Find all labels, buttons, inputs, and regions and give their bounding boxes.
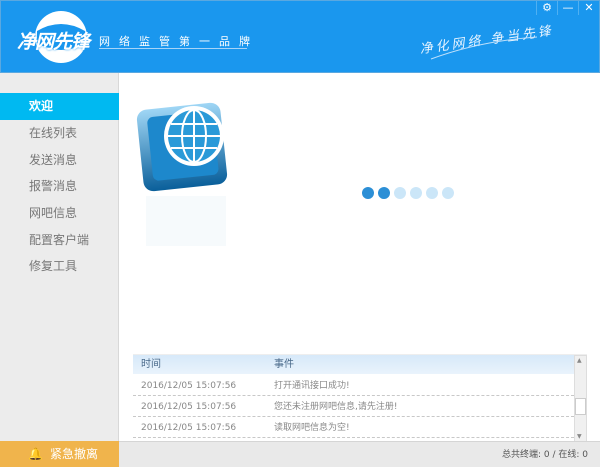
slogan-underline [99, 48, 247, 49]
bell-icon: 🔔 [28, 447, 43, 461]
log-event: 读取网吧信息为空! [274, 423, 350, 433]
sidebar-item-online-list[interactable]: 在线列表 [0, 120, 119, 147]
logo-text: 净网先锋 [17, 31, 90, 53]
scroll-thumb[interactable] [575, 398, 586, 415]
globe-icon [136, 102, 228, 246]
gear-icon: ⚙ [542, 1, 552, 14]
scroll-up-icon[interactable]: ▲ [577, 357, 582, 364]
log-event: 您还未注册网吧信息,请先注册! [274, 402, 398, 412]
log-row: 2016/12/05 15:07:56 打开通讯接口成功! [133, 376, 574, 396]
loading-dot [442, 187, 454, 199]
column-event: 事件 [274, 359, 294, 370]
sidebar-item-send-message[interactable]: 发送消息 [0, 147, 119, 174]
sidebar-item-welcome[interactable]: 欢迎 [0, 93, 119, 120]
scroll-down-icon[interactable]: ▼ [577, 433, 582, 440]
log-header: 时间 事件 [133, 355, 574, 374]
log-row: 2016/12/05 15:07:56 您还未注册网吧信息,请先注册! [133, 397, 574, 417]
motto-swoosh [430, 36, 538, 60]
slogan: 网络监管第一品牌 [99, 35, 259, 48]
minimize-button[interactable]: — [557, 1, 578, 15]
minimize-icon: — [562, 1, 574, 14]
emergency-evacuation-button[interactable]: 🔔 紧急撤离 [0, 441, 119, 467]
emergency-label: 紧急撤离 [50, 447, 99, 461]
sidebar-item-repair-tools[interactable]: 修复工具 [0, 253, 119, 280]
loading-dot [394, 187, 406, 199]
close-button[interactable]: ✕ [578, 1, 599, 15]
sidebar: 欢迎 在线列表 发送消息 报警消息 网吧信息 配置客户端 修复工具 [0, 73, 119, 441]
event-log: 时间 事件 2016/12/05 15:07:56 打开通讯接口成功! 2016/… [133, 354, 587, 442]
sidebar-item-alarm-messages[interactable]: 报警消息 [0, 173, 119, 200]
loading-dot [410, 187, 422, 199]
loading-dot [426, 187, 438, 199]
close-icon: ✕ [584, 1, 594, 14]
log-time: 2016/12/05 15:07:56 [141, 423, 237, 433]
header: 净网先锋 网络监管第一品牌 净化网络 争当先锋 ⚙ — ✕ [0, 0, 600, 73]
sidebar-item-cafe-info[interactable]: 网吧信息 [0, 200, 119, 227]
terminal-count: 总共终端: 0 / 在线: 0 [502, 450, 588, 460]
loading-dot [362, 187, 374, 199]
loading-dot [378, 187, 390, 199]
sidebar-item-configure-client[interactable]: 配置客户端 [0, 227, 119, 254]
log-row: 2016/12/05 15:07:56 读取网吧信息为空! [133, 418, 574, 438]
log-event: 打开通讯接口成功! [274, 381, 350, 391]
log-time: 2016/12/05 15:07:56 [141, 402, 237, 412]
log-time: 2016/12/05 15:07:56 [141, 381, 237, 391]
log-scrollbar[interactable]: ▲ ▼ [574, 355, 587, 442]
settings-button[interactable]: ⚙ [536, 1, 557, 15]
column-time: 时间 [141, 359, 161, 370]
